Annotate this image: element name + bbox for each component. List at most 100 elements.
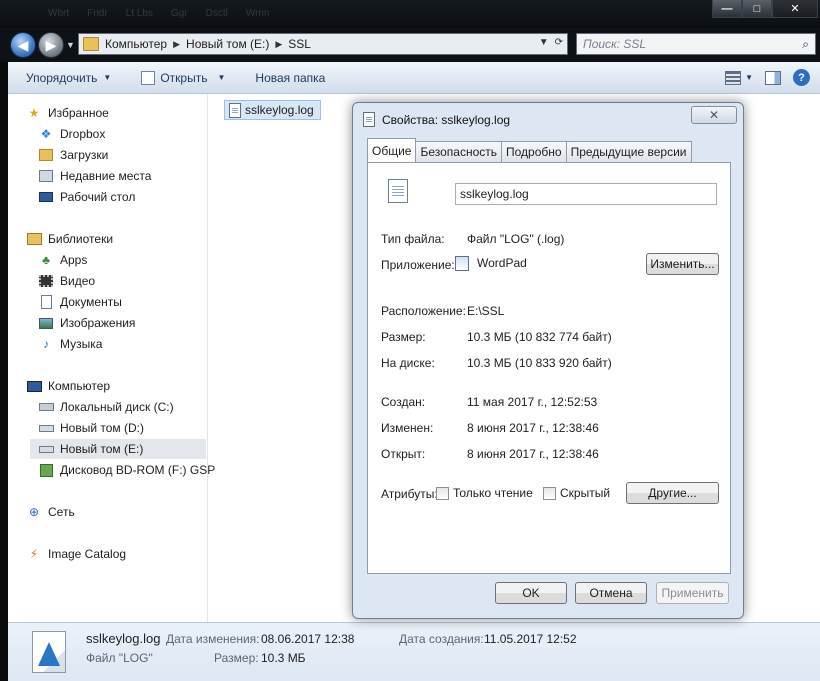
sidebar-item-image-catalog[interactable]: ⚡ Image Catalog [26,544,126,564]
sidebar-item-label: Избранное [48,106,109,120]
application-value: WordPad [455,256,527,272]
wordpad-icon [141,70,156,85]
disk-size-label: На диске: [381,356,435,370]
search-icon[interactable]: ⌕ [802,37,809,52]
chevron-right-icon[interactable]: ▶ [173,39,180,50]
sidebar-item-drive-f[interactable]: Дисковод BD-ROM (F:) GSP [38,460,215,480]
search-placeholder: Поиск: SSL [583,37,647,51]
details-size-label: Размер: [214,651,259,665]
sidebar-item-desktop[interactable]: Рабочий стол [38,187,135,207]
ghost-title: Wrnn [245,8,270,19]
file-item[interactable]: sslkeylog.log [224,100,321,120]
open-label: Открыть [160,70,208,85]
sidebar-item-drive-d[interactable]: Новый том (D:) [38,418,144,438]
chevron-down-icon[interactable]: ▼ [539,37,549,48]
close-window-button[interactable]: ✕ [772,0,818,18]
file-type-value: Файл "LOG" (.log) [467,232,565,246]
divider [381,288,717,289]
breadcrumb-computer[interactable]: Компьютер [105,37,167,51]
opened-label: Открыт: [381,447,426,461]
history-dropdown-icon[interactable]: ▼ [66,40,75,50]
sidebar-item-label: Dropbox [60,127,106,141]
change-app-button[interactable]: Изменить... [646,253,719,275]
file-name: sslkeylog.log [245,103,314,117]
sidebar-item-dropbox[interactable]: ❖ Dropbox [38,124,106,144]
sidebar-item-pictures[interactable]: Изображения [38,313,135,333]
sidebar-item-label: Apps [60,253,88,267]
new-folder-button[interactable]: Новая папка [255,71,325,85]
sidebar-item-label: Новый том (D:) [60,421,144,435]
ghost-title: Wbrt [48,8,70,19]
location-label: Расположение: [381,304,466,318]
sidebar-item-computer[interactable]: Компьютер [26,376,110,396]
organize-label: Упорядочить [26,70,98,85]
breadcrumb-ssl[interactable]: SSL [288,37,311,51]
readonly-checkbox[interactable]: Только чтение [436,486,533,501]
breadcrumb-drive-e[interactable]: Новый том (E:) [186,37,269,51]
help-icon[interactable]: ? [793,69,810,86]
file-name-field[interactable]: sslkeylog.log [455,183,717,205]
sidebar-item-label: Сеть [48,505,75,519]
sidebar-item-label: Изображения [60,316,136,330]
sidebar-item-apps[interactable]: ♣ Apps [38,250,87,270]
downloads-folder-icon [38,148,54,162]
minimize-button[interactable]: — [712,0,742,18]
sidebar-item-video[interactable]: Видео [38,271,95,291]
desktop-icon [38,190,54,204]
apply-button[interactable]: Применить [656,582,729,604]
sidebar-item-label: Музыка [60,337,103,351]
sidebar-item-drive-e[interactable]: Новый том (E:) [30,439,206,459]
divider [381,217,717,218]
sidebar-item-label: Видео [60,274,96,288]
libraries-icon [26,232,42,246]
checkbox-icon [543,487,556,501]
tab-general[interactable]: Общие [367,138,417,162]
modified-value: 8 июня 2017 г., 12:38:46 [467,421,599,435]
dialog-title: Свойства: sslkeylog.log [382,112,511,127]
sidebar-item-music[interactable]: ♪ Музыка [38,334,102,354]
new-folder-label: Новая папка [255,70,326,85]
back-button[interactable]: ◀ [10,32,36,58]
ok-button[interactable]: OK [495,582,567,604]
address-bar[interactable]: Компьютер ▶ Новый том (E:) ▶ SSL ▼ ⟳ [78,33,568,55]
hard-drive-icon [38,442,54,456]
view-options-icon[interactable] [725,70,742,85]
refresh-icon[interactable]: ⟳ [555,37,563,48]
attributes-label: Атрибуты: [381,487,438,501]
dropbox-icon: ❖ [40,127,52,141]
preview-pane-icon[interactable] [765,70,781,85]
open-button[interactable]: Открыть ▼ [141,70,225,85]
tab-previous-versions[interactable]: Предыдущие версии [565,141,692,162]
sidebar-item-libraries[interactable]: Библиотеки [26,229,113,249]
chevron-right-icon[interactable]: ▶ [275,39,282,50]
sidebar-item-label: Image Catalog [48,547,127,561]
hard-drive-icon [38,421,54,435]
forward-button[interactable]: ▶ [38,32,64,58]
sidebar-item-documents[interactable]: Документы [38,292,122,312]
dialog-tabs: Общие Безопасность Подробно Предыдущие в… [367,138,692,162]
details-type: Файл "LOG" [86,651,153,665]
details-pane: sslkeylog.log Дата изменения: 08.06.2017… [8,622,820,681]
dialog-close-button[interactable]: ✕ [691,106,737,124]
sidebar-item-drive-c[interactable]: Локальный диск (C:) [38,397,174,417]
network-icon: ⊕ [28,505,40,519]
sidebar-item-network[interactable]: ⊕ Сеть [26,502,75,522]
application-label: Приложение: [381,258,455,272]
tab-security[interactable]: Безопасность [415,141,503,162]
window-controls: — □ ✕ [712,0,818,18]
chevron-down-icon[interactable]: ▼ [745,73,753,82]
general-tab-panel: sslkeylog.log Тип файла: Файл "LOG" (.lo… [367,162,731,574]
hidden-checkbox[interactable]: Скрытый [543,486,610,501]
cancel-button[interactable]: Отмена [575,582,647,604]
sidebar-item-label: Локальный диск (C:) [60,400,174,414]
advanced-attributes-button[interactable]: Другие... [626,482,719,504]
sidebar-item-favorites[interactable]: ★ Избранное [26,103,109,123]
sidebar-item-recent[interactable]: Недавние места [38,166,151,186]
pictures-icon [38,316,54,330]
search-input[interactable]: Поиск: SSL ⌕ [576,33,816,55]
organize-button[interactable]: Упорядочить ▼ [26,71,111,85]
sidebar-item-downloads[interactable]: Загрузки [38,145,108,165]
size-value: 10.3 МБ (10 832 774 байт) [467,330,612,344]
maximize-button[interactable]: □ [742,0,772,18]
tab-details[interactable]: Подробно [501,141,567,162]
